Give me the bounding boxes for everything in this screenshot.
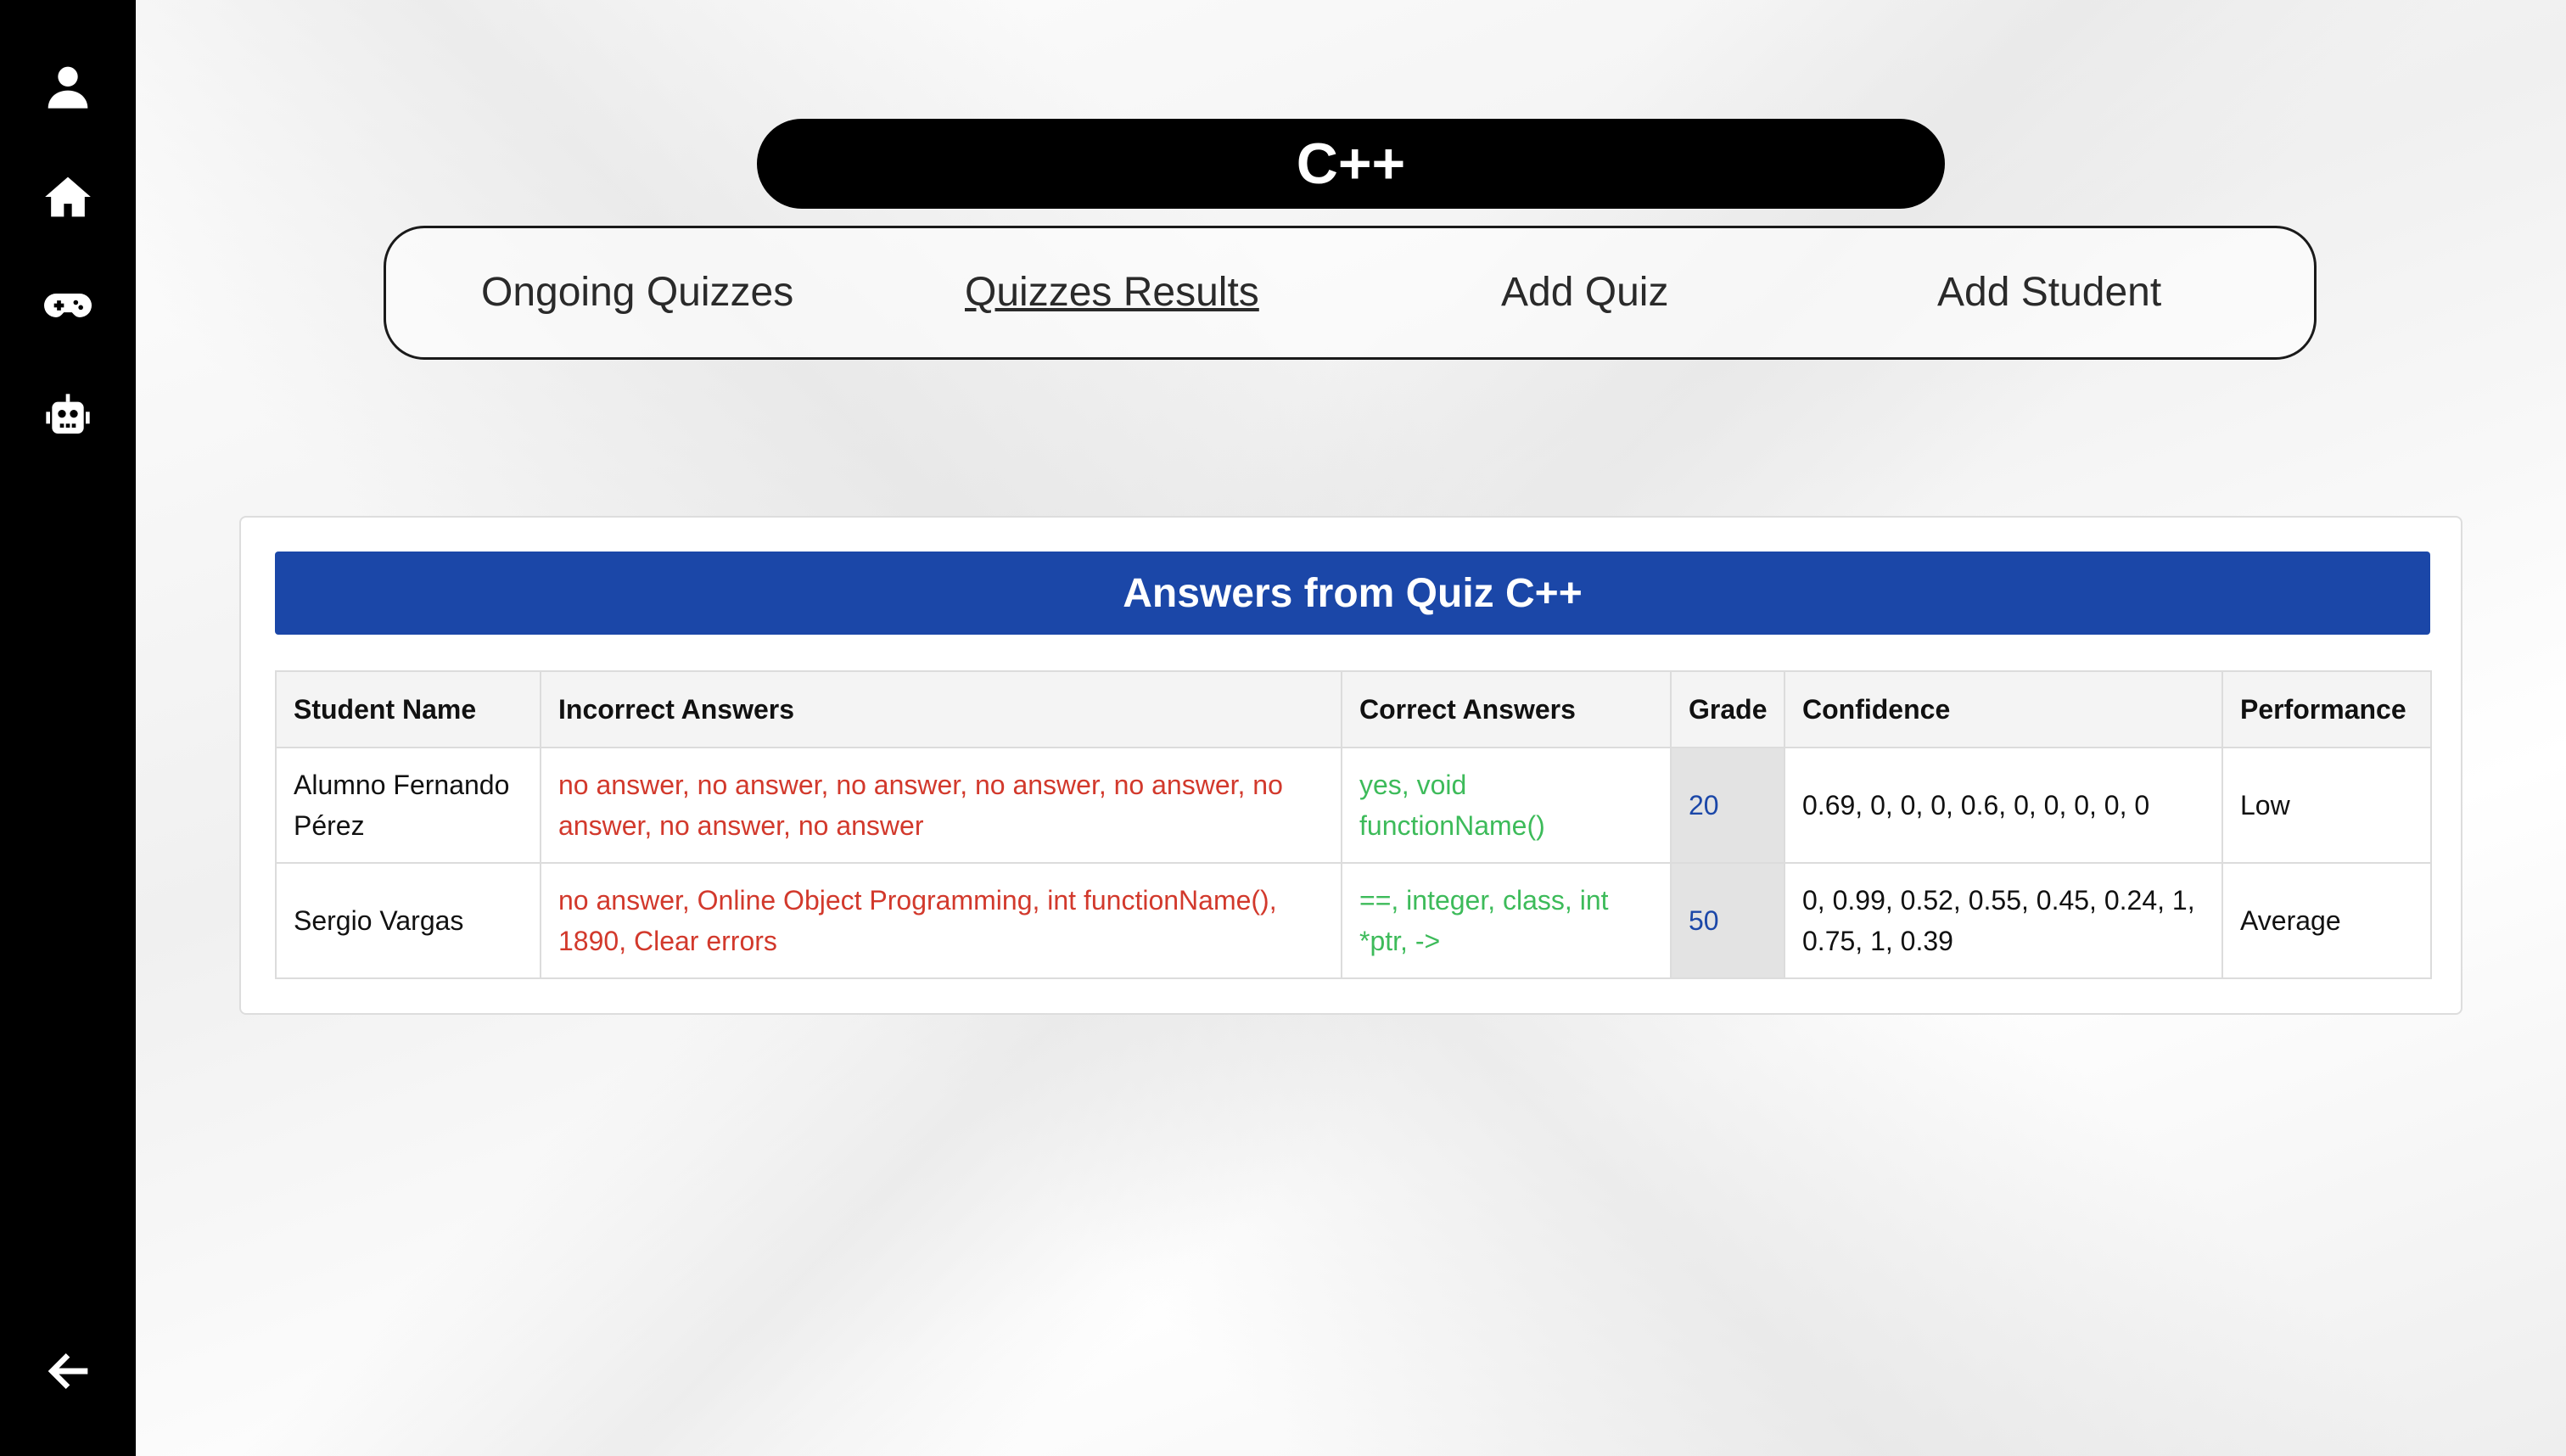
performance: Average xyxy=(2221,862,2432,979)
course-title: C++ xyxy=(757,119,1945,209)
confidence: 0, 0.99, 0.52, 0.55, 0.45, 0.24, 1, 0.75… xyxy=(1784,862,2223,979)
card-title: Answers from Quiz C++ xyxy=(275,552,2430,635)
sidebar xyxy=(0,0,136,1456)
grade: 20 xyxy=(1670,747,1785,864)
column-header: Student Name xyxy=(275,670,541,748)
answers-table: Student Name Incorrect Answers Correct A… xyxy=(275,670,2432,979)
performance: Low xyxy=(2221,747,2432,864)
table-row: Sergio Vargas no answer, Online Object P… xyxy=(275,862,2432,979)
grade: 50 xyxy=(1670,862,1785,979)
answers-card: Answers from Quiz C++ Student Name Incor… xyxy=(239,516,2462,1015)
table-header-row: Student Name Incorrect Answers Correct A… xyxy=(275,670,2432,748)
incorrect-answers: no answer, Online Object Programming, in… xyxy=(540,862,1342,979)
column-header: Correct Answers xyxy=(1341,670,1672,748)
table-row: Alumno Fernando Pérez no answer, no answ… xyxy=(275,747,2432,864)
nav-quizzes-results[interactable]: Quizzes Results xyxy=(965,228,1259,357)
gamepad-icon[interactable] xyxy=(25,272,110,339)
nav-ongoing-quizzes[interactable]: Ongoing Quizzes xyxy=(481,228,793,357)
quiz-nav: Ongoing Quizzes Quizzes Results Add Quiz… xyxy=(384,226,2317,360)
arrow-left-icon[interactable] xyxy=(25,1337,110,1405)
correct-answers: yes, void functionName() xyxy=(1341,747,1672,864)
column-header: Confidence xyxy=(1784,670,2223,748)
correct-answers: ==, integer, class, int *ptr, -> xyxy=(1341,862,1672,979)
column-header: Grade xyxy=(1670,670,1785,748)
column-header: Incorrect Answers xyxy=(540,670,1342,748)
home-icon[interactable] xyxy=(25,163,110,231)
incorrect-answers: no answer, no answer, no answer, no answ… xyxy=(540,747,1342,864)
nav-add-quiz[interactable]: Add Quiz xyxy=(1501,228,1668,357)
nav-add-student[interactable]: Add Student xyxy=(1937,228,2161,357)
student-name: Alumno Fernando Pérez xyxy=(275,747,541,864)
user-icon[interactable] xyxy=(25,53,110,120)
column-header: Performance xyxy=(2221,670,2432,748)
student-name: Sergio Vargas xyxy=(275,862,541,979)
robot-icon[interactable] xyxy=(25,382,110,450)
confidence: 0.69, 0, 0, 0, 0.6, 0, 0, 0, 0, 0 xyxy=(1784,747,2223,864)
